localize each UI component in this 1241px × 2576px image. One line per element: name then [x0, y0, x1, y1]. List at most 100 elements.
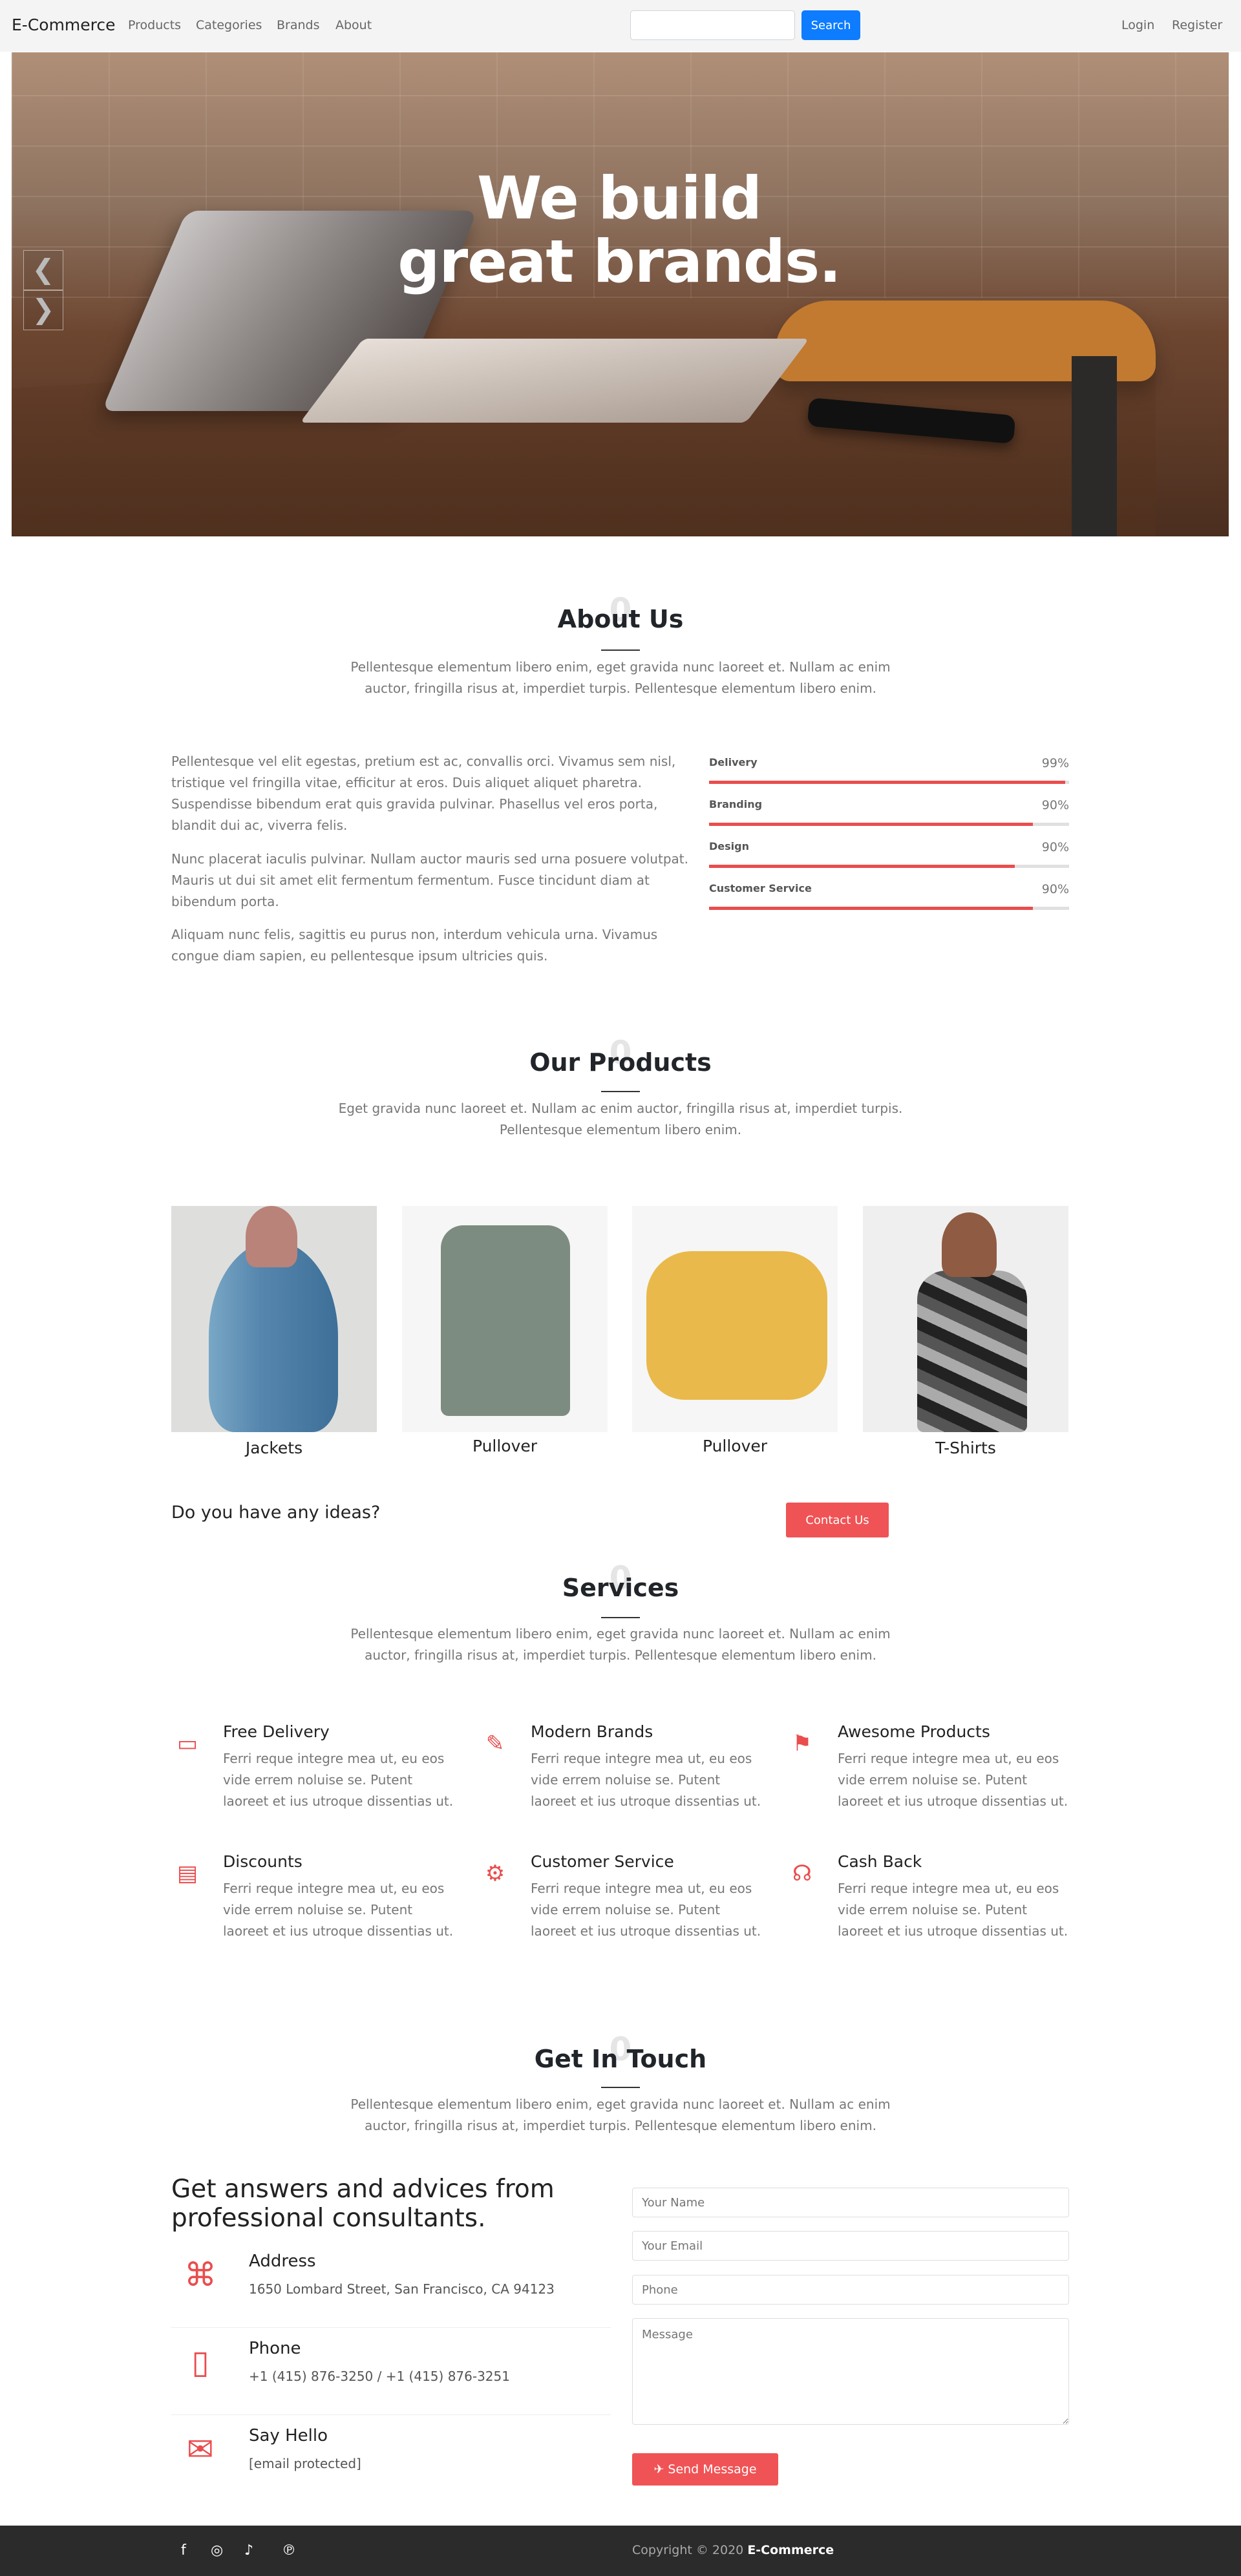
email-input[interactable] [632, 2231, 1069, 2261]
pencil-ruler-icon: ✎ [485, 1731, 505, 1757]
table-leg-image [1072, 356, 1117, 536]
skill-progress-fill [709, 823, 1034, 826]
brand-logo[interactable]: E-Commerce [12, 16, 116, 34]
search-input[interactable] [630, 10, 795, 40]
name-input[interactable] [632, 2188, 1069, 2217]
gray-pullover-image [441, 1225, 570, 1416]
services-title-divider [601, 1617, 640, 1618]
product-name[interactable]: T-Shirts [863, 1439, 1068, 1457]
about-title: About Us [557, 605, 684, 633]
email-info: ✉ Say Hello [email protected] [171, 2417, 611, 2502]
send-message-button[interactable]: ✈ Send Message [632, 2453, 778, 2486]
contact-title-divider [601, 2087, 640, 2088]
contact-headline: Get answers and advices from professiona… [171, 2175, 555, 2233]
copyright: Copyright © 2020 E-Commerce [632, 2543, 834, 2557]
jacket-image [209, 1241, 338, 1432]
copyright-prefix: Copyright © 2020 [632, 2543, 748, 2557]
email-text[interactable]: [email protected] [249, 2456, 361, 2471]
about-paragraph: Aliquam nunc felis, sagittis eu purus no… [171, 927, 658, 964]
skill-value: 90% [1041, 882, 1069, 896]
service-title: Cash Back [838, 1852, 922, 1871]
about-subtitle: Pellentesque elementum libero enim, eget… [350, 659, 891, 696]
skill-value: 90% [1041, 798, 1069, 812]
products-title: Our Products [529, 1048, 712, 1077]
skill-value: 90% [1041, 840, 1069, 854]
model-head-image [246, 1206, 297, 1267]
about-title-divider [601, 649, 640, 651]
skill-label: Delivery [709, 756, 758, 768]
about-paragraph: Nunc placerat iaculis pulvinar. Nullam a… [171, 851, 688, 909]
send-message-label: Send Message [668, 2462, 757, 2476]
address-title: Address [249, 2252, 316, 2271]
twitter-icon[interactable]: ♪ [244, 2542, 253, 2559]
facebook-icon[interactable]: f [181, 2542, 186, 2559]
carousel-prev-icon[interactable]: ❮ [23, 250, 63, 290]
model-head-image [942, 1212, 997, 1277]
address-info: ⌘ Address 1650 Lombard Street, San Franc… [171, 2243, 611, 2328]
navbar: E-Commerce Products Categories Brands Ab… [0, 0, 1241, 52]
register-link[interactable]: Register [1172, 18, 1222, 32]
address-text: 1650 Lombard Street, San Francisco, CA 9… [249, 2281, 555, 2297]
phone-input[interactable] [632, 2275, 1069, 2305]
product-name[interactable]: Pullover [402, 1437, 608, 1455]
skill-progress-track [709, 865, 1069, 868]
skill-progress-fill [709, 907, 1034, 910]
nav-about[interactable]: About [335, 18, 372, 32]
message-textarea[interactable] [632, 2318, 1069, 2425]
service-title: Customer Service [531, 1852, 674, 1871]
services-title: Services [562, 1574, 679, 1602]
footer: f ◎ ♪ ℗ Copyright © 2020 E-Commerce [0, 2526, 1241, 2576]
hero-headline: We build great brands. [398, 165, 841, 297]
pinterest-icon[interactable]: ℗ [282, 2542, 296, 2559]
nav-products[interactable]: Products [128, 18, 181, 32]
flag-icon: ⚑ [792, 1731, 812, 1757]
service-title: Discounts [223, 1852, 302, 1871]
product-card-tshirts[interactable] [863, 1206, 1068, 1432]
camouflage-tshirt-image [917, 1271, 1027, 1432]
phone-title: Phone [249, 2339, 301, 2358]
id-card-icon: ▤ [176, 1861, 198, 1886]
products-subtitle: Eget gravida nunc laoreet et. Nullam ac … [338, 1101, 903, 1137]
contact-title: Get In Touch [534, 2045, 707, 2073]
product-card-pullover-yellow[interactable] [632, 1206, 838, 1432]
product-card-jackets[interactable] [171, 1206, 377, 1432]
skill-progress-track [709, 823, 1069, 826]
contact-subtitle: Pellentesque elementum libero enim, eget… [350, 2096, 891, 2133]
gear-icon: ⚙ [485, 1861, 505, 1886]
carousel-next-icon[interactable]: ❯ [23, 290, 63, 330]
product-name[interactable]: Pullover [632, 1437, 838, 1455]
product-card-pullover-gray[interactable] [402, 1206, 608, 1432]
skill-label: Customer Service [709, 882, 812, 894]
skill-progress-track [709, 781, 1069, 784]
about-paragraph: Pellentesque vel elit egestas, pretium e… [171, 754, 676, 833]
ideas-question: Do you have any ideas? [171, 1503, 381, 1523]
nav-categories[interactable]: Categories [196, 18, 262, 32]
login-link[interactable]: Login [1121, 18, 1154, 32]
skill-value: 99% [1041, 756, 1069, 770]
service-title: Modern Brands [531, 1722, 653, 1741]
services-subtitle: Pellentesque elementum libero enim, eget… [350, 1626, 891, 1663]
service-text: Ferri reque integre mea ut, eu eos vide … [531, 1881, 761, 1939]
product-name[interactable]: Jackets [171, 1439, 377, 1457]
laptop-base [300, 339, 809, 423]
yellow-pullover-image [646, 1251, 827, 1400]
phone-text: +1 (415) 876-3250 / +1 (415) 876-3251 [249, 2369, 510, 2384]
service-text: Ferri reque integre mea ut, eu eos vide … [838, 1751, 1068, 1809]
contact-us-button[interactable]: Contact Us [786, 1503, 889, 1537]
service-text: Ferri reque integre mea ut, eu eos vide … [838, 1881, 1068, 1939]
service-text: Ferri reque integre mea ut, eu eos vide … [531, 1751, 761, 1809]
skill-label: Design [709, 840, 749, 852]
laptop-icon: ▭ [176, 1731, 198, 1757]
instagram-icon[interactable]: ◎ [211, 2542, 223, 2559]
skill-progress-fill [709, 865, 1015, 868]
search-button[interactable]: Search [801, 10, 860, 40]
skill-progress-fill [709, 781, 1066, 784]
search-form: Search [630, 10, 860, 40]
service-text: Ferri reque integre mea ut, eu eos vide … [223, 1751, 454, 1809]
headset-icon: ☊ [792, 1861, 812, 1886]
service-text: Ferri reque integre mea ut, eu eos vide … [223, 1881, 454, 1939]
hero-carousel: We build great brands. ❮ ❯ [12, 52, 1229, 536]
nav-brands[interactable]: Brands [277, 18, 320, 32]
products-title-divider [601, 1091, 640, 1092]
footer-brand: E-Commerce [747, 2543, 834, 2557]
